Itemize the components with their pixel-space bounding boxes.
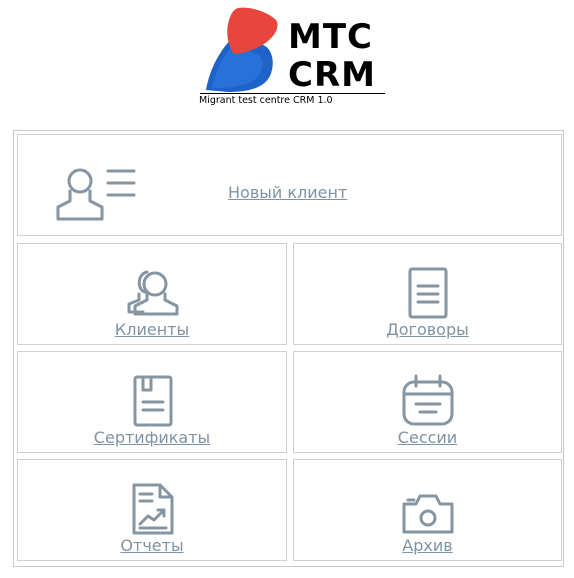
users-icon — [127, 270, 179, 316]
main-menu-panel: Новый клиент Клиенты Договоры Сертификат… — [13, 130, 564, 567]
sessions-tile[interactable]: Сессии — [293, 351, 562, 453]
sessions-label[interactable]: Сессии — [294, 428, 561, 447]
report-chart-icon — [132, 483, 174, 535]
certificate-icon — [133, 375, 173, 427]
logo-underline — [200, 93, 385, 94]
logo-subtitle: Migrant test centre CRM 1.0 — [199, 95, 333, 106]
archive-label[interactable]: Архив — [294, 536, 561, 555]
camera-icon — [402, 494, 454, 534]
certificates-tile[interactable]: Сертификаты — [17, 351, 287, 453]
certificates-label[interactable]: Сертификаты — [18, 428, 286, 447]
new-client-tile[interactable]: Новый клиент — [17, 134, 562, 236]
contracts-label[interactable]: Договоры — [294, 320, 561, 339]
archive-tile[interactable]: Архив — [293, 459, 562, 561]
reports-label[interactable]: Отчеты — [18, 536, 286, 555]
document-icon — [408, 267, 448, 319]
clients-label[interactable]: Клиенты — [18, 320, 286, 339]
logo-line-1: MTC — [288, 17, 373, 57]
contracts-tile[interactable]: Договоры — [293, 243, 562, 345]
calendar-icon — [402, 374, 454, 426]
clients-tile[interactable]: Клиенты — [17, 243, 287, 345]
new-client-label[interactable]: Новый клиент — [228, 183, 347, 202]
logo-line-2: CRM — [288, 55, 376, 95]
user-list-icon — [56, 168, 136, 221]
reports-tile[interactable]: Отчеты — [17, 459, 287, 561]
logo-text: MTC CRM — [288, 18, 376, 94]
